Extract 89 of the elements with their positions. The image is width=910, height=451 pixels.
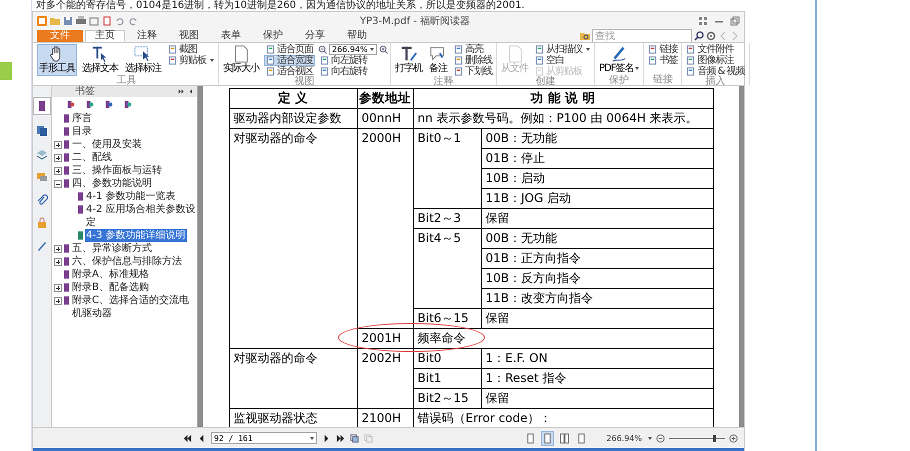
menu-tab[interactable]: 表单 — [211, 30, 251, 42]
toolbar-button[interactable]: 实际大小 — [221, 44, 261, 76]
bookmark-item[interactable]: 4-2 应用场合相关参数设定 — [85, 203, 197, 229]
table-cell: 2002H — [357, 348, 413, 408]
search-field[interactable]: 查找 — [592, 29, 692, 43]
toolbar-button[interactable]: 从扫描仪 — [533, 44, 592, 55]
menu-tab[interactable]: 分享 — [295, 30, 335, 42]
column-header: 参数地址 — [357, 88, 413, 108]
panel-title: 书签 — [74, 86, 96, 96]
bookmark-item[interactable]: 三、操作面板与运转 — [71, 164, 163, 177]
table-cell: 00nnH — [357, 108, 413, 128]
menu-tab[interactable]: 主页 — [85, 30, 125, 42]
column-header: 功 能 说 明 — [413, 88, 713, 108]
bookmark-item[interactable]: 附录A、标准规格 — [71, 268, 150, 281]
column-header: 定 义 — [229, 88, 357, 108]
table-cell: Bit0～1 — [413, 128, 481, 208]
table-cell: 01B：正方向指令 — [481, 248, 713, 268]
group-label: 保护 — [609, 76, 630, 86]
table-cell: Bit2～3 — [413, 208, 481, 228]
bookmark-item[interactable]: 4-3 参数功能详细说明 — [85, 229, 187, 242]
menu-tab[interactable]: 视图 — [169, 30, 209, 42]
menu-tab[interactable]: 帮助 — [337, 30, 377, 42]
toolbar-button[interactable]: 文件附件 — [684, 44, 747, 55]
table-cell: 保留 — [481, 208, 713, 228]
toolbar-button[interactable]: 手形工具 — [37, 44, 77, 76]
table-cell: 1：E.F. ON — [481, 348, 713, 368]
toolbar-button[interactable]: 选择文本 — [80, 44, 120, 76]
table-cell: Bit4～5 — [413, 228, 481, 308]
table-cell: 10B：反方向指令 — [481, 268, 713, 288]
group-label: 链接 — [652, 75, 673, 85]
zoom-field[interactable]: 266.94% — [329, 44, 377, 55]
toolbar-button[interactable]: 书签 — [646, 55, 680, 66]
group-label: 注释 — [434, 77, 454, 87]
toolbar-button[interactable]: 备注 — [427, 44, 449, 76]
toolbar-button[interactable]: 打字机 — [393, 44, 424, 76]
toolbar-button[interactable]: 向右旋转 — [318, 66, 388, 77]
menu-tab[interactable]: 保护 — [253, 30, 293, 42]
bookmark-item[interactable]: 一、使用及安装 — [71, 138, 143, 151]
bookmark-item[interactable]: 附录C、选择合适的交流电机驱动器 — [71, 294, 197, 320]
group-label: 插入 — [706, 77, 726, 87]
bookmark-item[interactable]: 四、参数功能说明 — [71, 177, 153, 190]
table-cell: 11B：JOG 启动 — [481, 188, 713, 208]
table-cell: 11B：改变方向指令 — [481, 288, 713, 308]
toolbar-button[interactable]: 空白 — [533, 55, 592, 66]
table-cell: 频率命令 — [413, 328, 713, 348]
toolbar-button[interactable]: 删除线 — [452, 55, 494, 66]
table-cell: 1：Reset 指令 — [481, 368, 713, 388]
group-label: 创建 — [536, 77, 556, 87]
toolbar-button[interactable]: 选择标注 — [123, 44, 163, 76]
toolbar-button[interactable]: 适合视区 — [264, 66, 315, 77]
bookmark-item[interactable]: 序言 — [71, 112, 93, 125]
table-cell: 00B：无功能 — [481, 128, 713, 148]
table-cell: nn 表示参数号码。例如：P100 由 0064H 来表示。 — [413, 108, 713, 128]
table-cell: 对驱动器的命令 — [229, 128, 357, 348]
table-cell: Bit6～15 — [413, 308, 481, 328]
bookmark-item[interactable]: 4-1 参数功能一览表 — [85, 190, 177, 203]
bookmark-item[interactable]: 目录 — [71, 125, 93, 138]
toolbar-button[interactable]: 链接 — [646, 44, 680, 55]
bookmark-item[interactable]: 二、配线 — [71, 151, 113, 164]
table-cell: 对驱动器的命令 — [229, 348, 357, 408]
toolbar-button[interactable]: 向左旋转 — [318, 55, 388, 66]
toolbar-button[interactable]: 音频 & 视频 — [684, 66, 747, 77]
table-cell: 保留 — [481, 388, 713, 408]
page-number-field[interactable]: 92 / 161 — [211, 432, 317, 444]
menu-tab[interactable]: 注释 — [127, 30, 167, 42]
table-cell: 2000H — [357, 128, 413, 328]
window-title: YP3-M.pdf - 福昕阅读器 — [360, 14, 472, 28]
toolbar-button[interactable]: PDF签名 — [597, 44, 642, 76]
toolbar-button[interactable]: 截图 — [166, 44, 216, 55]
table-cell: 01B：停止 — [481, 148, 713, 168]
table-cell: 保留 — [481, 308, 713, 328]
table-cell: 00B：无功能 — [481, 228, 713, 248]
table-cell: 10B：启动 — [481, 168, 713, 188]
zoom-value[interactable]: 266.94% — [606, 434, 642, 442]
group-label: 工具 — [116, 76, 136, 86]
toolbar-button[interactable]: 剪贴板 — [166, 55, 216, 66]
group-label: 视图 — [294, 77, 314, 87]
toolbar-button[interactable]: 高亮 — [452, 44, 494, 55]
table-cell: 驱动器内部设定参数 — [229, 108, 357, 128]
table-cell: Bit0 — [413, 348, 481, 368]
table-cell: Bit1 — [413, 368, 481, 388]
toolbar-button[interactable]: 适合页面 — [264, 44, 315, 55]
bookmark-item[interactable]: 五、异常诊断方式 — [71, 242, 153, 255]
bookmark-item[interactable]: 附录B、配备选购 — [71, 281, 150, 294]
table-cell: Bit2～15 — [413, 388, 481, 408]
toolbar-button[interactable]: 图像标注 — [684, 55, 747, 66]
toolbar-button[interactable]: 适合宽度 — [264, 55, 315, 66]
bookmark-item[interactable]: 六、保护信息与排除方法 — [71, 255, 183, 268]
toolbar-button[interactable]: 下划线 — [452, 66, 494, 77]
